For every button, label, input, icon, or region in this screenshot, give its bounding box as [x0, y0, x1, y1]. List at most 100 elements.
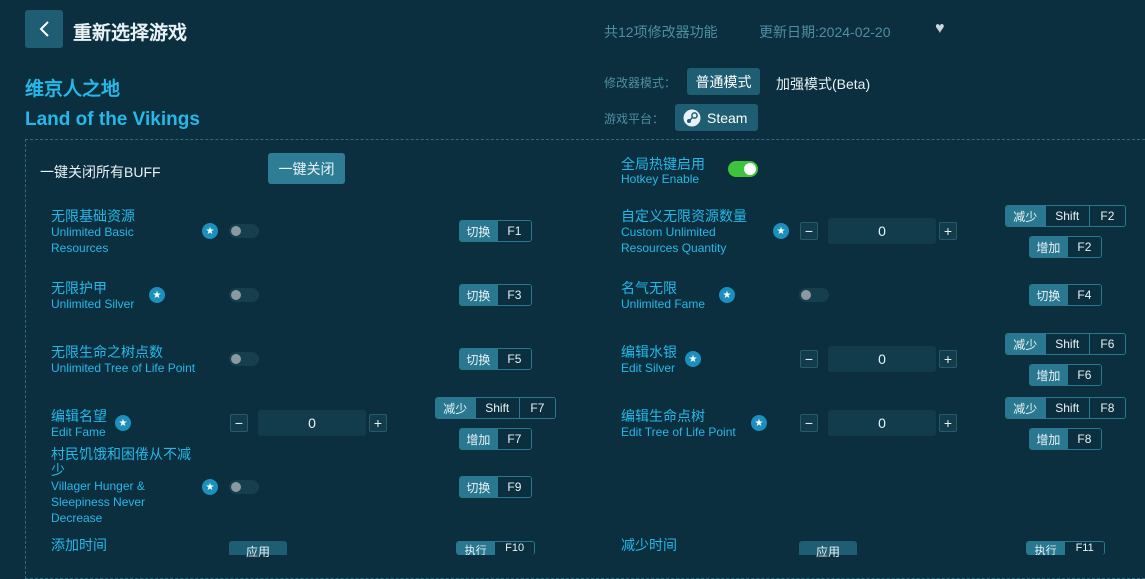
hotkey-increase-f8[interactable]: 增加 F8 — [1029, 428, 1102, 450]
key-label: F9 — [496, 477, 531, 497]
star-icon: ★ — [685, 351, 701, 367]
option-toggle[interactable] — [229, 480, 259, 494]
option-label-en: Unlimited Basic — [51, 225, 134, 239]
value-input[interactable]: 0 — [828, 218, 936, 244]
normal-mode-button[interactable]: 普通模式 — [687, 68, 760, 95]
decrement-button[interactable]: − — [800, 350, 818, 368]
update-date: 更新日期:2024-02-20 — [759, 24, 891, 40]
option-label-cn: 名气无限 — [621, 280, 677, 296]
option-label-cn: 少 — [51, 462, 65, 478]
option-label-en: Unlimited Fame — [621, 297, 706, 311]
key-action-label: 切换 — [1030, 285, 1067, 305]
close-all-button[interactable]: 一键关闭 — [268, 153, 345, 184]
game-name-en: Land of the Vikings — [25, 109, 200, 130]
hotkey-execute-f10[interactable]: 执行 F10 — [456, 541, 535, 555]
hotkey-increase-f7[interactable]: 增加 F7 — [459, 428, 532, 450]
key-label: Shift — [1044, 206, 1089, 226]
key-label: Shift — [474, 398, 519, 418]
value-input[interactable]: 0 — [828, 410, 936, 436]
hotkey-toggle-f9[interactable]: 切换 F9 — [459, 476, 532, 498]
hotkey-toggle[interactable] — [728, 161, 758, 177]
key-label: F10 — [494, 542, 534, 555]
enhanced-mode-button[interactable]: 加强模式(Beta) — [776, 74, 870, 94]
key-action-label: 增加 — [1030, 237, 1067, 257]
option-label-en: Unlimited Tree of Life Point — [51, 361, 196, 375]
steam-icon — [683, 109, 701, 126]
key-action-label: 增加 — [1030, 429, 1067, 449]
hotkey-toggle-f1[interactable]: 切换 F1 — [459, 220, 532, 242]
option-villager-hunger: 村民饥饿和困倦从不减 少 Villager Hunger & Sleepines… — [51, 446, 191, 526]
option-label-cn: 编辑名望 — [51, 408, 107, 424]
hotkey-label-cn: 全局热键启用 — [621, 156, 705, 172]
option-label-en: Edit Tree of Life Point — [621, 425, 736, 439]
key-action-label: 切换 — [460, 221, 497, 241]
key-action-label: 执行 — [1027, 542, 1065, 555]
key-label: F2 — [1088, 206, 1125, 226]
option-label-cn: 无限护甲 — [51, 280, 107, 296]
back-button[interactable] — [25, 10, 63, 48]
increment-button[interactable]: + — [939, 414, 957, 432]
page-title: 重新选择游戏 — [73, 23, 188, 44]
key-label: F2 — [1066, 237, 1101, 257]
decrement-button[interactable]: − — [230, 414, 248, 432]
option-label-en: Resources — [51, 241, 109, 255]
heart-icon[interactable]: ♥ — [935, 20, 945, 38]
option-add-time: 添加时间 — [51, 537, 107, 553]
hotkey-label-en: Hotkey Enable — [621, 172, 700, 186]
value-input[interactable]: 0 — [258, 410, 366, 436]
close-all-label: 一键关闭所有BUFF — [40, 164, 161, 180]
hotkey-execute-f11[interactable]: 执行 F11 — [1026, 541, 1105, 555]
game-name-cn: 维京人之地 — [25, 79, 121, 100]
option-edit-fame: 编辑名望 Edit Fame — [51, 408, 107, 440]
star-icon: ★ — [115, 415, 131, 431]
apply-button[interactable]: 应用 — [799, 541, 857, 559]
option-unlimited-silver: 无限护甲 Unlimited Silver — [51, 280, 134, 312]
option-toggle[interactable] — [229, 224, 259, 238]
decrement-button[interactable]: − — [800, 222, 818, 240]
key-label: Shift — [1044, 398, 1089, 418]
increment-button[interactable]: + — [939, 350, 957, 368]
star-icon: ★ — [719, 287, 735, 303]
key-action-label: 增加 — [1030, 365, 1067, 385]
key-action-label: 切换 — [460, 285, 497, 305]
increment-button[interactable]: + — [939, 222, 957, 240]
steam-platform-button[interactable]: Steam — [675, 104, 758, 131]
key-label: F3 — [496, 285, 531, 305]
option-edit-tree-of-life-point: 编辑生命点树 Edit Tree of Life Point — [621, 408, 736, 440]
option-label-en: Sleepiness Never — [51, 495, 146, 509]
option-label-en: Unlimited Silver — [51, 297, 135, 311]
star-icon: ★ — [202, 223, 218, 239]
hotkey-increase-f6[interactable]: 增加 F6 — [1029, 364, 1102, 386]
star-icon: ★ — [202, 479, 218, 495]
star-icon: ★ — [751, 415, 767, 431]
hotkey-toggle-f4[interactable]: 切换 F4 — [1029, 284, 1102, 306]
key-label: F8 — [1088, 398, 1125, 418]
key-action-label: 执行 — [457, 542, 495, 555]
hotkey-toggle-f5[interactable]: 切换 F5 — [459, 348, 532, 370]
option-label-cn: 自定义无限资源数量 — [621, 208, 747, 224]
key-action-label: 增加 — [460, 429, 497, 449]
key-action-label: 减少 — [436, 398, 475, 418]
hotkey-decrease-f6[interactable]: 减少 Shift F6 — [1005, 333, 1126, 355]
key-action-label: 减少 — [1006, 334, 1045, 354]
decrement-button[interactable]: − — [800, 414, 818, 432]
hotkey-decrease-f8[interactable]: 减少 Shift F8 — [1005, 397, 1126, 419]
value-input[interactable]: 0 — [828, 346, 936, 372]
option-label-en: Villager Hunger & — [51, 479, 145, 493]
hotkey-toggle-f3[interactable]: 切换 F3 — [459, 284, 532, 306]
hotkey-decrease-f2[interactable]: 减少 Shift F2 — [1005, 205, 1126, 227]
hotkey-decrease-f7[interactable]: 减少 Shift F7 — [435, 397, 556, 419]
option-unlimited-basic-resources: 无限基础资源 Unlimited Basic Resources — [51, 208, 135, 256]
option-toggle[interactable] — [229, 288, 259, 302]
key-action-label: 减少 — [1006, 398, 1045, 418]
option-label-cn: 编辑生命点树 — [621, 408, 705, 424]
hotkey-increase-f2[interactable]: 增加 F2 — [1029, 236, 1102, 258]
increment-button[interactable]: + — [369, 414, 387, 432]
key-label: F5 — [496, 349, 531, 369]
option-label-en: Resources Quantity — [621, 241, 727, 255]
apply-button[interactable]: 应用 — [229, 541, 287, 559]
option-toggle[interactable] — [229, 352, 259, 366]
key-label: F7 — [518, 398, 555, 418]
option-toggle[interactable] — [799, 288, 829, 302]
star-icon: ★ — [773, 223, 789, 239]
